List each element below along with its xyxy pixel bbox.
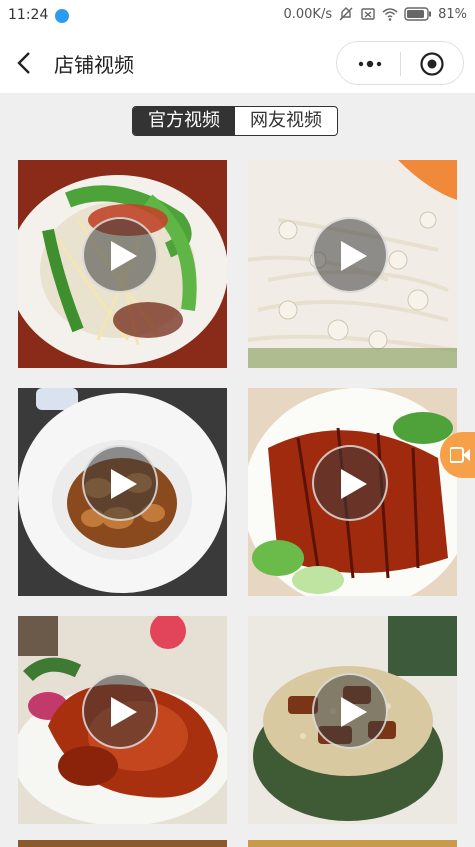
video-thumb-meat-rice-bowl[interactable] xyxy=(248,616,457,824)
tab-official-videos[interactable]: 官方视频 xyxy=(133,107,235,135)
battery-percent: 81% xyxy=(438,6,467,22)
play-icon xyxy=(341,469,367,499)
play-button[interactable] xyxy=(312,673,388,749)
video-thumb-partial[interactable] xyxy=(18,840,227,847)
capsule-divider xyxy=(400,52,401,76)
play-icon xyxy=(111,241,137,271)
play-icon xyxy=(341,241,367,271)
mini-program-capsule xyxy=(336,41,464,85)
play-icon xyxy=(341,697,367,727)
play-button[interactable] xyxy=(312,445,388,521)
tab-user-videos[interactable]: 网友视频 xyxy=(235,107,337,135)
wifi-icon xyxy=(382,8,398,21)
app-notification-icon xyxy=(55,9,69,23)
play-button[interactable] xyxy=(312,217,388,293)
target-close-icon[interactable] xyxy=(419,51,445,77)
play-icon xyxy=(111,697,137,727)
page-title: 店铺视频 xyxy=(54,53,134,77)
play-button[interactable] xyxy=(82,217,158,293)
play-button[interactable] xyxy=(82,445,158,521)
video-thumb-braised-pork-trotter[interactable] xyxy=(18,616,227,824)
video-thumb-green-pepper-enoki[interactable] xyxy=(18,160,227,368)
video-thumb-partial[interactable] xyxy=(248,840,457,847)
status-time: 11:24 xyxy=(8,7,49,23)
mute-icon xyxy=(339,7,353,21)
sim-off-icon xyxy=(361,8,375,20)
play-icon xyxy=(111,469,137,499)
video-thumb-glazed-pork[interactable] xyxy=(248,388,457,596)
video-thumb-braised-fish-maw[interactable] xyxy=(18,388,227,596)
status-bar: 11:24 0.00K/s 81% xyxy=(0,0,475,33)
battery-icon xyxy=(404,7,432,21)
video-thumb-enoki-mushroom[interactable] xyxy=(248,160,457,368)
navigation-bar: 店铺视频 xyxy=(0,33,475,93)
status-right-group: 0.00K/s 81% xyxy=(283,6,467,22)
network-speed: 0.00K/s xyxy=(283,6,333,22)
back-arrow-icon[interactable] xyxy=(10,48,40,78)
play-button[interactable] xyxy=(82,673,158,749)
more-dots-icon[interactable] xyxy=(355,50,385,78)
video-type-tabs: 官方视频 网友视频 xyxy=(132,106,338,136)
video-camera-icon xyxy=(450,447,470,463)
